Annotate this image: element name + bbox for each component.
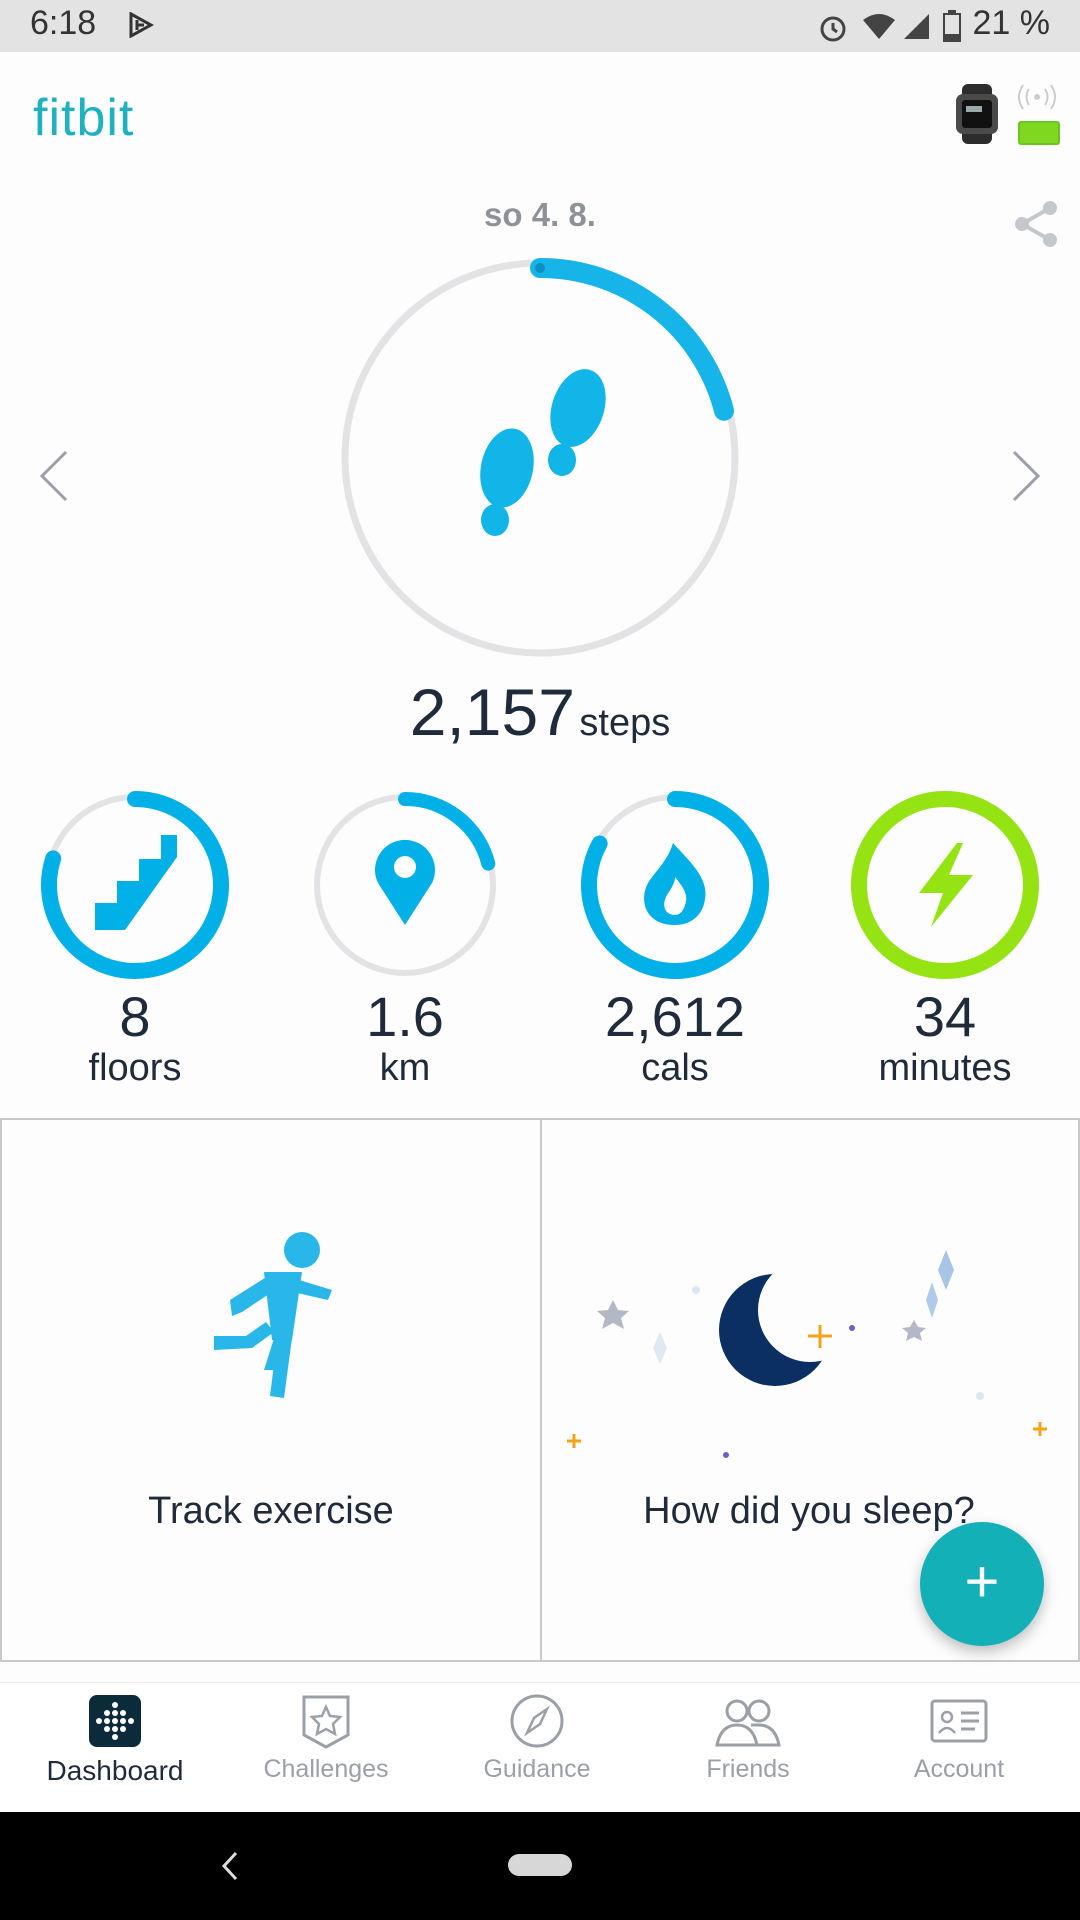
steps-count[interactable]: 2,157 steps	[0, 674, 1080, 750]
nav-friends[interactable]: Friends	[648, 1693, 848, 1803]
floors-value: 8	[119, 985, 151, 1048]
active-minutes-value: 34	[913, 985, 977, 1048]
cellular-signal-icon	[904, 14, 929, 39]
compass-icon	[510, 1694, 564, 1748]
add-entry-button[interactable]: +	[920, 1522, 1044, 1646]
floors-label: floors	[88, 1047, 182, 1089]
active-minutes-label: minutes	[878, 1047, 1012, 1089]
friends-icon	[715, 1699, 781, 1747]
stat-floors[interactable]: 8 floors	[30, 785, 240, 1089]
steps-number: 2,157	[409, 675, 575, 749]
running-person-icon	[214, 1232, 332, 1398]
alarm-icon	[820, 16, 846, 42]
moon-stars-illustration	[567, 1250, 1047, 1458]
stat-active-minutes[interactable]: 34 minutes	[840, 785, 1050, 1089]
device-battery-icon	[1018, 121, 1060, 145]
wifi-icon	[863, 14, 895, 39]
nav-account-label: Account	[913, 1755, 1005, 1783]
stairs-icon	[95, 835, 177, 930]
nav-guidance-label: Guidance	[483, 1755, 591, 1783]
dashboard-tiles: Track exercise How did you sleep?	[0, 1118, 1080, 1685]
back-icon[interactable]	[220, 1850, 240, 1882]
nav-account[interactable]: Account	[859, 1693, 1059, 1803]
play-store-icon	[129, 12, 154, 38]
system-navigation-bar	[0, 1812, 1080, 1920]
date-label: so 4. 8.	[484, 196, 596, 233]
plus-icon: +	[964, 1548, 1000, 1615]
flame-icon	[644, 843, 706, 925]
nav-dashboard-label: Dashboard	[46, 1755, 184, 1786]
dashboard-icon	[89, 1695, 141, 1747]
fitbit-logo: fitbit	[33, 89, 135, 147]
sync-signal-icon	[1018, 84, 1056, 110]
steps-progress-ring[interactable]	[340, 258, 740, 658]
nav-challenges[interactable]: Challenges	[226, 1693, 426, 1803]
stat-calories[interactable]: 2,612 cals	[570, 785, 780, 1089]
moon-icon	[719, 1258, 862, 1386]
account-card-icon	[930, 1699, 988, 1743]
status-bar: 6:18 21 %	[0, 0, 1080, 52]
nav-dashboard[interactable]: Dashboard	[15, 1693, 215, 1803]
home-pill[interactable]	[508, 1854, 572, 1876]
track-exercise-label: Track exercise	[148, 1490, 394, 1532]
location-pin-icon	[375, 839, 435, 925]
bottom-navigation: Dashboard Challenges Guidance Friends Ac…	[0, 1682, 1080, 1813]
track-exercise-tile[interactable]: Track exercise	[0, 1120, 542, 1662]
calories-label: cals	[641, 1047, 709, 1089]
active-minutes-progress-ring	[851, 791, 1039, 979]
footprints-icon	[480, 369, 606, 536]
battery-percent: 21 %	[972, 4, 1051, 42]
floors-progress-ring	[41, 791, 229, 979]
battery-status-icon	[943, 10, 961, 42]
steps-unit: steps	[579, 702, 671, 744]
status-time: 6:18	[30, 4, 97, 42]
calories-progress-ring	[581, 791, 769, 979]
watch-icon[interactable]	[952, 84, 1002, 144]
share-icon[interactable]	[1012, 200, 1060, 248]
calories-value: 2,612	[604, 985, 746, 1048]
distance-progress-ring	[314, 792, 496, 976]
lightning-icon	[919, 843, 973, 927]
distance-value: 1.6	[366, 985, 444, 1048]
previous-day-arrow-icon[interactable]	[38, 450, 70, 502]
next-day-arrow-icon[interactable]	[1010, 450, 1042, 502]
challenges-star-icon	[302, 1695, 350, 1749]
nav-challenges-label: Challenges	[263, 1755, 389, 1783]
distance-label: km	[379, 1047, 431, 1089]
stat-distance[interactable]: 1.6 km	[300, 785, 510, 1089]
nav-friends-label: Friends	[706, 1755, 790, 1783]
nav-guidance[interactable]: Guidance	[437, 1693, 637, 1803]
